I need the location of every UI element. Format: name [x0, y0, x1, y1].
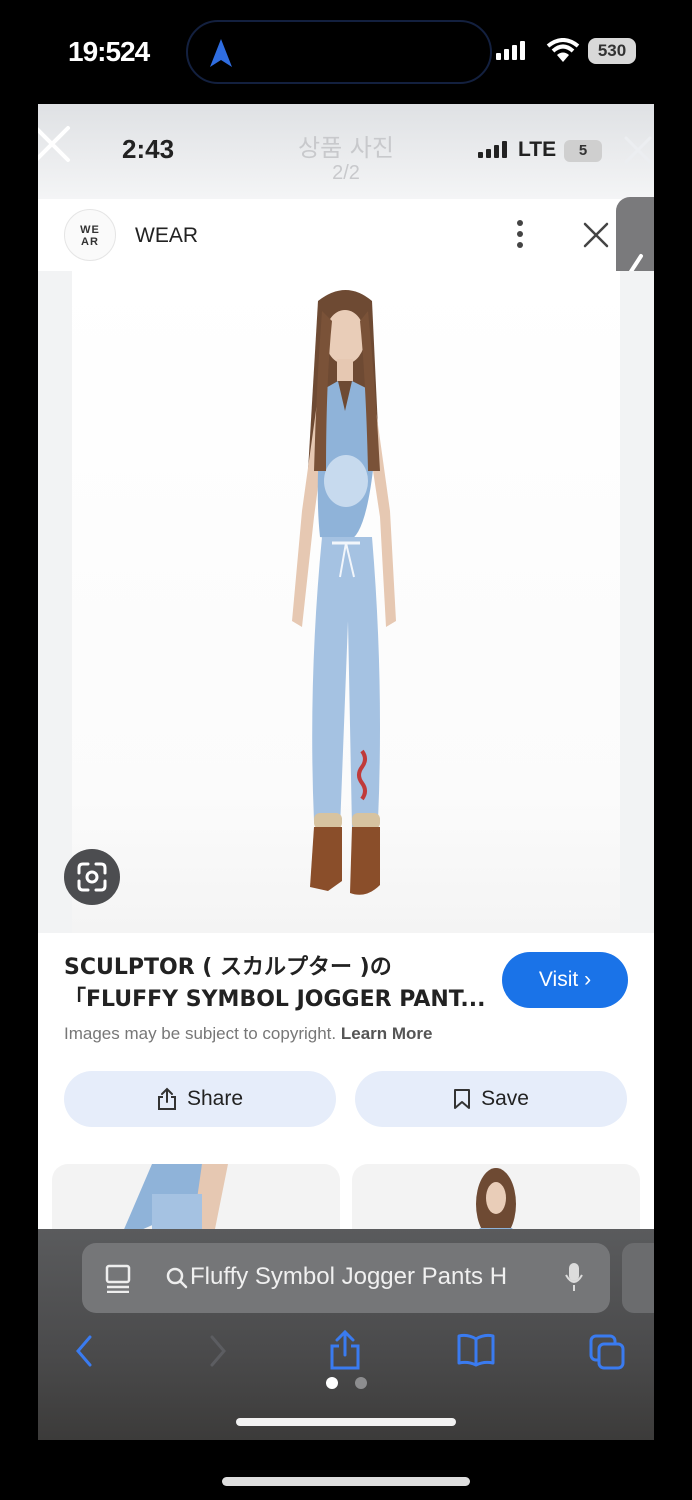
phone-frame: 19:524 530 2:43 상품 사진 2/2 LTE 5 WE AR WE…: [0, 0, 692, 1500]
visit-button[interactable]: Visit ›: [502, 952, 628, 1008]
google-lens-button[interactable]: [64, 849, 120, 905]
product-photo: [72, 271, 620, 933]
photo-viewer-header: 2:43 상품 사진 2/2 LTE 5: [38, 104, 654, 199]
outer-battery-indicator: 530: [588, 38, 636, 64]
save-label: Save: [481, 1087, 529, 1110]
forward-chevron-icon[interactable]: [208, 1333, 228, 1369]
address-bar[interactable]: Fluffy Symbol Jogger Pants H: [82, 1243, 610, 1313]
outer-status-bar: 19:524 530: [0, 0, 692, 100]
page-indicator-dot-active: [326, 1377, 338, 1389]
product-title[interactable]: SCULPTOR ( スカルプター )の 「FLUFFY SYMBOL JOGG…: [64, 952, 484, 1016]
related-image-thumbnail[interactable]: [52, 1164, 340, 1234]
bookmark-icon: [454, 1089, 471, 1109]
related-image-thumbnail[interactable]: [352, 1164, 640, 1234]
inner-signal-icon: [478, 140, 507, 158]
outer-status-time: 19:524: [68, 36, 150, 67]
google-lens-icon: [77, 862, 107, 892]
book-icon[interactable]: [456, 1333, 496, 1367]
share-icon[interactable]: [328, 1329, 362, 1371]
share-button[interactable]: Share: [64, 1071, 336, 1127]
outer-signal-icon: [496, 40, 525, 60]
thumbnail-image: [476, 1168, 516, 1234]
copyright-text: Images may be subject to copyright.: [64, 1024, 337, 1043]
search-icon: [166, 1267, 188, 1289]
site-header: WE AR WEAR: [38, 199, 654, 271]
close-icon[interactable]: [582, 221, 610, 249]
home-indicator: [222, 1477, 470, 1486]
close-icon[interactable]: [622, 134, 654, 166]
tabs-icon[interactable]: [588, 1333, 626, 1371]
save-button[interactable]: Save: [355, 1071, 627, 1127]
adjacent-tab-preview[interactable]: [622, 1243, 654, 1313]
inner-battery-indicator: 5: [564, 140, 602, 162]
recorded-screen: 2:43 상품 사진 2/2 LTE 5 WE AR WEAR SCULPTOR…: [38, 104, 654, 1440]
thumbnail-image: [122, 1164, 228, 1234]
dynamic-island[interactable]: [186, 20, 492, 84]
back-chevron-icon[interactable]: [74, 1333, 94, 1369]
copyright-notice: Images may be subject to copyright. Lear…: [64, 1024, 433, 1044]
chevron-right-icon: ›: [584, 968, 592, 991]
share-label: Share: [186, 1087, 244, 1110]
reader-mode-icon: [105, 1264, 131, 1293]
photo-viewer-count: 2/2: [332, 162, 360, 184]
share-icon: [157, 1087, 176, 1110]
address-text: Fluffy Symbol Jogger Pants H: [190, 1263, 508, 1290]
site-logo: WE AR: [64, 209, 116, 261]
learn-more-link[interactable]: Learn More: [341, 1024, 433, 1043]
model-figure: [292, 290, 396, 895]
more-options-icon[interactable]: [516, 219, 524, 249]
photo-viewer-title: 상품 사진: [298, 134, 394, 162]
product-title-line2: 「FLUFFY SYMBOL JOGGER PANT...: [64, 987, 484, 1012]
site-name[interactable]: WEAR: [135, 224, 198, 248]
browser-toolbar: Fluffy Symbol Jogger Pants H: [38, 1229, 654, 1440]
product-image[interactable]: [38, 271, 654, 933]
product-title-line1: SCULPTOR ( スカルプター )の: [64, 955, 392, 980]
navigation-arrow-icon: [210, 39, 232, 67]
page-indicator-dot: [355, 1377, 367, 1389]
wifi-icon: [546, 38, 580, 62]
microphone-icon[interactable]: [564, 1261, 584, 1293]
home-indicator: [236, 1418, 456, 1426]
network-label: LTE: [518, 138, 557, 161]
visit-label: Visit: [538, 968, 579, 991]
